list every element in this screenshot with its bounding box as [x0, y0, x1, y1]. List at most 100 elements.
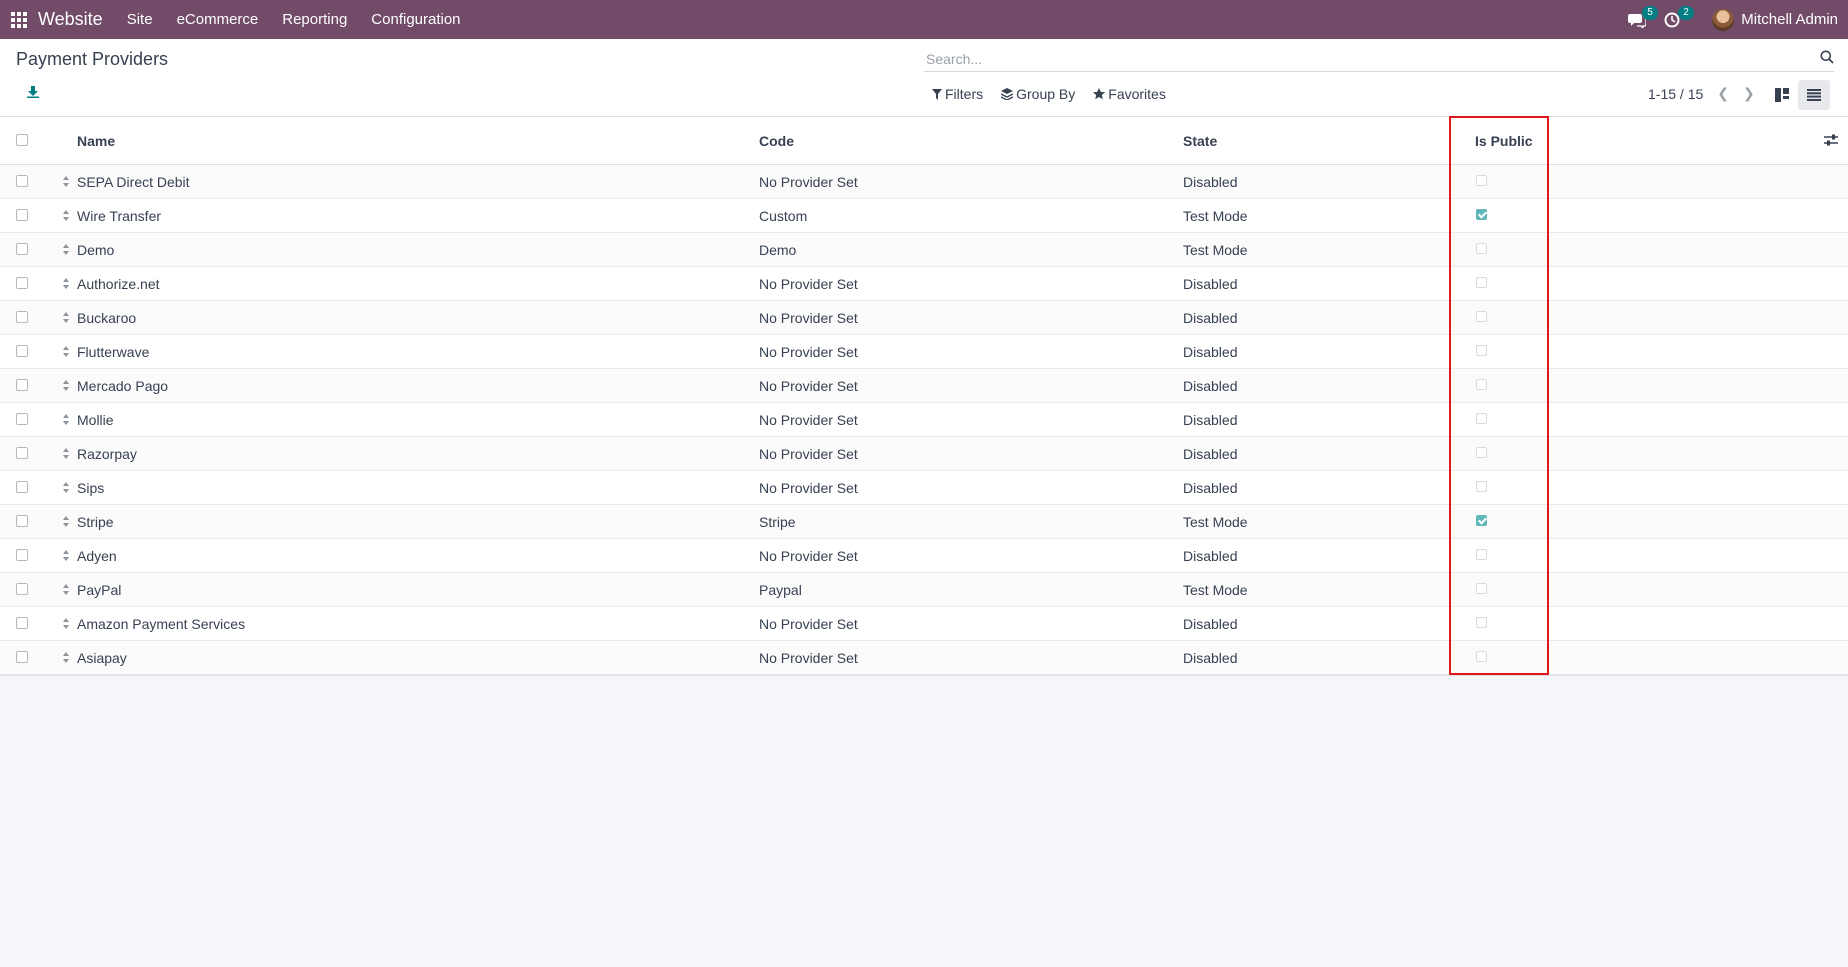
row-select-checkbox[interactable]	[16, 413, 28, 425]
row-select-checkbox[interactable]	[16, 583, 28, 595]
table-row[interactable]: Authorize.net No Provider Set Disabled	[0, 267, 1848, 301]
favorites-button[interactable]: Favorites	[1093, 86, 1166, 102]
table-row[interactable]: PayPal Paypal Test Mode	[0, 573, 1848, 607]
search-input[interactable]	[924, 50, 1804, 67]
drag-handle-icon[interactable]	[62, 617, 70, 631]
is-public-checkbox[interactable]	[1476, 345, 1487, 356]
table-row[interactable]: Mollie No Provider Set Disabled	[0, 403, 1848, 437]
row-select-checkbox[interactable]	[16, 515, 28, 527]
row-select-checkbox[interactable]	[16, 379, 28, 391]
table-row[interactable]: Sips No Provider Set Disabled	[0, 471, 1848, 505]
row-select-checkbox[interactable]	[16, 311, 28, 323]
drag-handle-icon[interactable]	[62, 515, 70, 529]
is-public-checkbox[interactable]	[1476, 311, 1487, 322]
column-header-state[interactable]: State	[1183, 133, 1217, 149]
row-select-checkbox[interactable]	[16, 277, 28, 289]
group-by-button[interactable]: Group By	[1001, 86, 1075, 102]
table-row[interactable]: Buckaroo No Provider Set Disabled	[0, 301, 1848, 335]
cell-state: Test Mode	[1183, 242, 1248, 258]
app-brand[interactable]: Website	[38, 9, 115, 30]
user-menu[interactable]: Mitchell Admin	[1712, 8, 1838, 31]
search-panel-toggles: Filters Group By Favorites	[932, 86, 1166, 102]
is-public-checkbox[interactable]	[1476, 413, 1487, 424]
is-public-checkbox[interactable]	[1476, 651, 1487, 662]
row-select-checkbox[interactable]	[16, 447, 28, 459]
activities-count-badge: 2	[1678, 5, 1694, 20]
is-public-checkbox[interactable]	[1476, 209, 1487, 220]
chevron-right-icon[interactable]: ❯	[1743, 85, 1755, 102]
row-select-checkbox[interactable]	[16, 617, 28, 629]
cell-code: No Provider Set	[759, 310, 858, 326]
table-row[interactable]: Wire Transfer Custom Test Mode	[0, 199, 1848, 233]
list-view-button[interactable]	[1798, 80, 1830, 110]
apps-menu-icon[interactable]	[0, 0, 38, 39]
cell-name: Wire Transfer	[77, 208, 162, 224]
search-bar	[924, 46, 1834, 72]
column-header-code[interactable]: Code	[759, 133, 794, 149]
filters-button[interactable]: Filters	[932, 86, 983, 102]
table-row[interactable]: Flutterwave No Provider Set Disabled	[0, 335, 1848, 369]
is-public-checkbox[interactable]	[1476, 549, 1487, 560]
drag-handle-icon[interactable]	[62, 583, 70, 597]
table-row[interactable]: Razorpay No Provider Set Disabled	[0, 437, 1848, 471]
export-button[interactable]	[24, 83, 42, 101]
pager-value[interactable]: 1-15 / 15	[1648, 86, 1703, 102]
kanban-view-button[interactable]	[1766, 80, 1798, 110]
is-public-checkbox[interactable]	[1476, 175, 1487, 186]
is-public-checkbox[interactable]	[1476, 447, 1487, 458]
chevron-left-icon[interactable]: ❮	[1717, 85, 1729, 102]
row-select-checkbox[interactable]	[16, 209, 28, 221]
drag-handle-icon[interactable]	[62, 651, 70, 665]
menu-configuration[interactable]: Configuration	[359, 11, 472, 28]
drag-handle-icon[interactable]	[62, 447, 70, 461]
row-select-checkbox[interactable]	[16, 481, 28, 493]
is-public-checkbox[interactable]	[1476, 379, 1487, 390]
cell-name: Asiapay	[77, 650, 127, 666]
table-row[interactable]: Demo Demo Test Mode	[0, 233, 1848, 267]
cell-name: SEPA Direct Debit	[77, 174, 190, 190]
is-public-checkbox[interactable]	[1476, 583, 1487, 594]
table-row[interactable]: Amazon Payment Services No Provider Set Di…	[0, 607, 1848, 641]
menu-ecommerce[interactable]: eCommerce	[165, 11, 271, 28]
drag-handle-icon[interactable]	[62, 209, 70, 223]
table-row[interactable]: Asiapay No Provider Set Disabled	[0, 641, 1848, 675]
cell-code: Paypal	[759, 582, 802, 598]
cell-name: Sips	[77, 480, 105, 496]
drag-handle-icon[interactable]	[62, 413, 70, 427]
filters-label: Filters	[945, 86, 984, 102]
cell-name: PayPal	[77, 582, 122, 598]
menu-site[interactable]: Site	[115, 11, 165, 28]
column-header-name[interactable]: Name	[77, 133, 115, 149]
drag-handle-icon[interactable]	[62, 379, 70, 393]
drag-handle-icon[interactable]	[62, 243, 70, 257]
is-public-checkbox[interactable]	[1476, 617, 1487, 628]
drag-handle-icon[interactable]	[62, 345, 70, 359]
optional-columns-icon[interactable]	[1824, 133, 1838, 149]
cell-state: Disabled	[1183, 480, 1238, 496]
cell-code: No Provider Set	[759, 174, 858, 190]
menu-reporting[interactable]: Reporting	[270, 11, 359, 28]
row-select-checkbox[interactable]	[16, 345, 28, 357]
table-row[interactable]: Stripe Stripe Test Mode	[0, 505, 1848, 539]
messages-button[interactable]: 5	[1628, 5, 1658, 28]
is-public-checkbox[interactable]	[1476, 243, 1487, 254]
table-row[interactable]: Mercado Pago No Provider Set Disabled	[0, 369, 1848, 403]
drag-handle-icon[interactable]	[62, 311, 70, 325]
drag-handle-icon[interactable]	[62, 277, 70, 291]
drag-handle-icon[interactable]	[62, 549, 70, 563]
table-row[interactable]: SEPA Direct Debit No Provider Set Disabled	[0, 165, 1848, 199]
is-public-checkbox[interactable]	[1476, 481, 1487, 492]
drag-handle-icon[interactable]	[62, 481, 70, 495]
drag-handle-icon[interactable]	[62, 175, 70, 189]
search-icon[interactable]	[1820, 50, 1834, 68]
select-all-checkbox[interactable]	[16, 134, 28, 146]
row-select-checkbox[interactable]	[16, 549, 28, 561]
is-public-checkbox[interactable]	[1476, 277, 1487, 288]
is-public-checkbox[interactable]	[1476, 515, 1487, 526]
activities-button[interactable]: 2	[1664, 5, 1694, 28]
table-row[interactable]: Adyen No Provider Set Disabled	[0, 539, 1848, 573]
row-select-checkbox[interactable]	[16, 243, 28, 255]
column-header-is-public[interactable]: Is Public	[1475, 133, 1533, 149]
row-select-checkbox[interactable]	[16, 175, 28, 187]
row-select-checkbox[interactable]	[16, 651, 28, 663]
